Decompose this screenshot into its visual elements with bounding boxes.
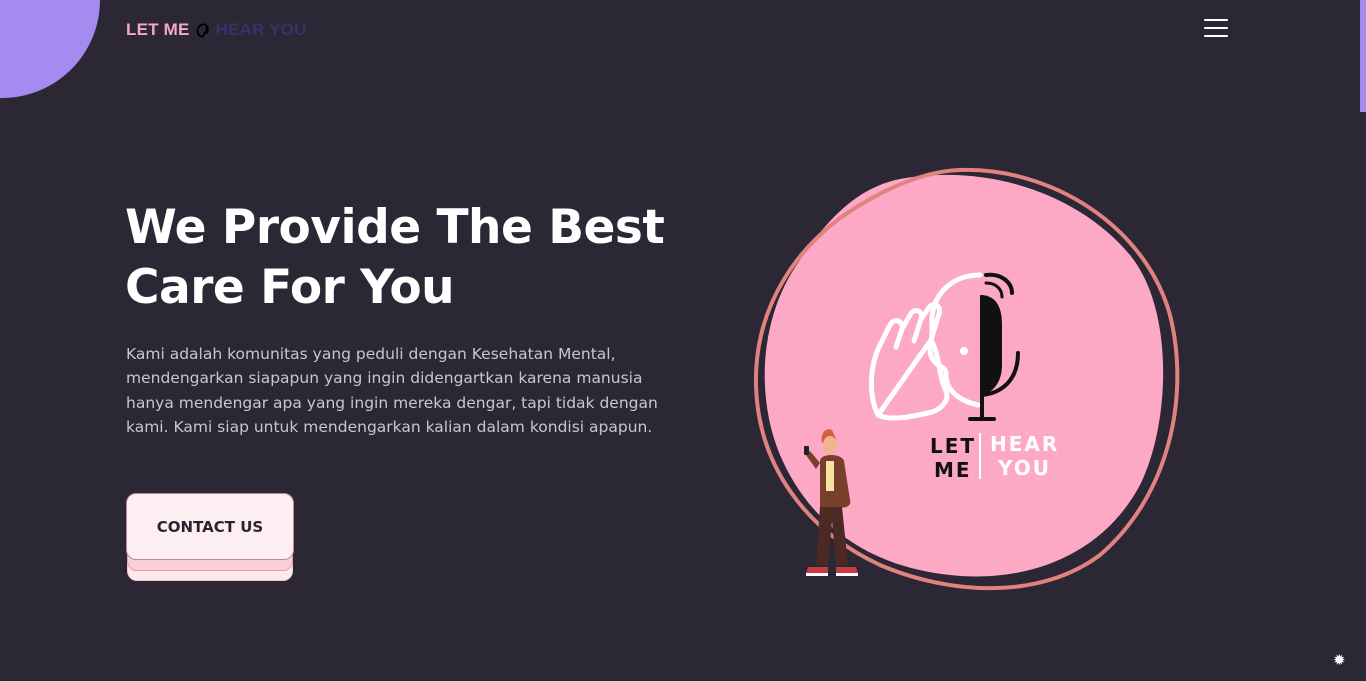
hero-title-line2: Care For You (125, 260, 455, 315)
hero-description: Kami adalah komunitas yang peduli dengan… (126, 345, 658, 436)
scrollbar[interactable] (1360, 0, 1366, 112)
cta-stack: CONTACT US (126, 493, 294, 583)
logo-text-me: ME (934, 458, 972, 482)
brand-text-hear-you: HEAR YOU (215, 20, 307, 39)
gear-icon[interactable]: ✹ (1333, 651, 1346, 669)
eye-icon (960, 347, 968, 355)
contact-us-button[interactable]: CONTACT US (126, 493, 294, 560)
logo-text-let: LET (930, 434, 976, 458)
brand-text-let-me: LET ME (126, 20, 190, 39)
hero-illustration: LET ME HEAR YOU (753, 167, 1180, 591)
hero-title: We Provide The Best Care For You (125, 198, 685, 318)
logo-text-hear: HEAR (990, 432, 1059, 456)
microphone-icon (980, 295, 1002, 395)
corner-decoration (0, 0, 100, 98)
hamburger-menu-icon[interactable] (1204, 19, 1228, 37)
landing-page: LET ME HEAR YOU We Provide The Best Care… (0, 0, 1366, 681)
hero-title-line1: We Provide The Best (125, 200, 665, 255)
brand-logo[interactable]: LET ME HEAR YOU (126, 20, 307, 40)
ear-icon (196, 23, 209, 38)
logo-text-you: YOU (997, 456, 1051, 480)
